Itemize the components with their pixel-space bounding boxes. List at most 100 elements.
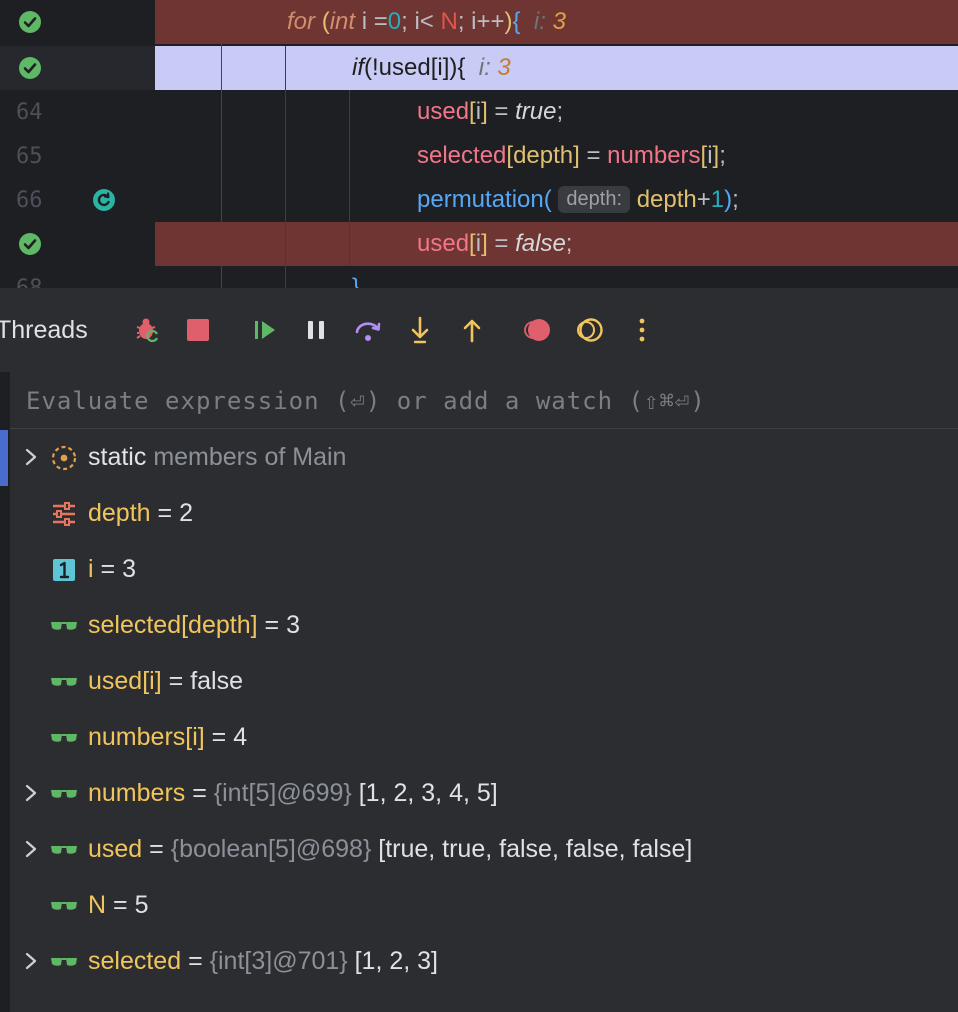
selection-indicator bbox=[0, 430, 8, 486]
arg-op: + bbox=[696, 186, 711, 213]
parameter-icon bbox=[53, 502, 75, 526]
variable-type: {int[3]@701} bbox=[209, 947, 348, 975]
equals-sign: = bbox=[100, 555, 116, 583]
for-incr: i++ bbox=[471, 8, 505, 35]
equals-sign: = bbox=[264, 611, 280, 639]
chevron-right-icon[interactable] bbox=[22, 838, 40, 860]
variable-value: 3 bbox=[286, 611, 300, 639]
indent-guide bbox=[285, 46, 286, 288]
evaluate-bar bbox=[10, 372, 958, 429]
gutter-line[interactable] bbox=[0, 0, 155, 44]
gutter-line[interactable] bbox=[0, 222, 155, 266]
variable-name: static bbox=[88, 443, 147, 471]
gutter-line[interactable]: 66 bbox=[0, 178, 155, 222]
recursive-call-icon[interactable] bbox=[92, 188, 116, 212]
field-used: used bbox=[417, 98, 470, 125]
gutter-line[interactable] bbox=[0, 46, 155, 90]
indent-guide bbox=[349, 90, 350, 266]
threads-tab[interactable]: Threads bbox=[0, 316, 88, 345]
for-keyword: for bbox=[287, 8, 316, 35]
watch-glasses-icon bbox=[51, 622, 77, 630]
variable-row-depth[interactable]: depth = 2 bbox=[10, 486, 958, 542]
indent-guide bbox=[221, 0, 222, 288]
step-into-icon[interactable] bbox=[406, 316, 434, 344]
breakpoint-check-icon[interactable] bbox=[19, 233, 41, 255]
variable-row-selected-depth[interactable]: selected[depth] = 3 bbox=[10, 598, 958, 654]
variable-value: [true, true, false, false, false] bbox=[378, 835, 693, 863]
variable-name: used[i] bbox=[88, 667, 162, 695]
variable-name: used bbox=[88, 835, 143, 863]
variable-row-used[interactable]: used = {boolean[5]@698} [true, true, fal… bbox=[10, 822, 958, 878]
view-breakpoints-icon[interactable] bbox=[524, 316, 552, 344]
int-keyword: int bbox=[329, 8, 356, 35]
code-line-64[interactable]: used[i] = true; bbox=[155, 90, 958, 134]
code-line-65[interactable]: selected[depth] = numbers[i]; bbox=[155, 134, 958, 178]
inline-value-name: i: bbox=[533, 8, 546, 35]
equals-sign: = bbox=[211, 723, 227, 751]
variable-name: selected[depth] bbox=[88, 611, 258, 639]
resume-icon[interactable] bbox=[251, 316, 279, 344]
breakpoint-check-icon[interactable] bbox=[19, 11, 41, 33]
index-depth: depth bbox=[513, 142, 574, 169]
gutter-line[interactable]: 64 bbox=[0, 90, 155, 134]
equals-sign: = bbox=[149, 835, 164, 863]
field-used: used bbox=[417, 230, 470, 257]
breakpoint-check-icon[interactable] bbox=[19, 57, 41, 79]
code-line-66[interactable]: permutation( depth: depth+1); bbox=[155, 178, 958, 222]
watch-glasses-icon bbox=[51, 846, 77, 854]
variable-row-used-i[interactable]: used[i] = false bbox=[10, 654, 958, 710]
watch-glasses-icon bbox=[51, 790, 77, 798]
stop-icon[interactable] bbox=[184, 316, 212, 344]
variable-row-selected[interactable]: selected = {int[3]@701} [1, 2, 3] bbox=[10, 934, 958, 990]
code-line-for-breakpoint[interactable]: for (int i =0; i< N; i++){ i: 3 bbox=[155, 0, 958, 44]
chevron-right-icon[interactable] bbox=[22, 782, 40, 804]
more-icon[interactable] bbox=[628, 316, 656, 344]
pause-icon[interactable] bbox=[302, 316, 330, 344]
code-editor[interactable]: for (int i =0; i< N; i++){ i: 3 if(!used… bbox=[0, 0, 958, 288]
inline-value: 3 bbox=[552, 8, 566, 35]
variable-value: false bbox=[190, 667, 243, 695]
watch-glasses-icon bbox=[51, 678, 77, 686]
step-over-icon[interactable] bbox=[354, 316, 382, 344]
parameter-hint: depth: bbox=[558, 186, 631, 213]
variable-row-static[interactable]: static members of Main bbox=[10, 430, 958, 486]
variable-row-i[interactable]: i = 3 bbox=[10, 542, 958, 598]
if-condition: (!used[i]){ bbox=[364, 54, 466, 81]
gutter-line[interactable]: 65 bbox=[0, 134, 155, 178]
evaluate-expression-input[interactable] bbox=[24, 382, 928, 420]
code-line-68: } bbox=[155, 266, 958, 288]
variable-name: depth bbox=[88, 499, 151, 527]
equals-sign: = bbox=[188, 947, 203, 975]
inline-value-name: i: bbox=[478, 54, 491, 81]
mute-breakpoints-icon[interactable] bbox=[576, 316, 604, 344]
for-init: 0 bbox=[387, 8, 402, 35]
variable-name: numbers[i] bbox=[88, 723, 205, 751]
variable-description: members of Main bbox=[153, 443, 347, 471]
for-limit: N bbox=[440, 8, 458, 35]
field-numbers: numbers bbox=[607, 142, 701, 169]
variable-row-numbers[interactable]: numbers = {int[5]@699} [1, 2, 3, 4, 5] bbox=[10, 766, 958, 822]
variable-type: {boolean[5]@698} bbox=[170, 835, 372, 863]
variable-row-N[interactable]: N = 5 bbox=[10, 878, 958, 934]
variable-name: selected bbox=[88, 947, 182, 975]
debug-restart-icon[interactable] bbox=[133, 316, 161, 344]
variable-value: 4 bbox=[233, 723, 248, 751]
line-number: 68 bbox=[16, 276, 43, 288]
debugger-toolbar: Threads bbox=[0, 288, 958, 372]
line-number: 66 bbox=[16, 188, 43, 213]
inline-value: 3 bbox=[497, 54, 511, 81]
closing-brace: } bbox=[352, 274, 361, 288]
chevron-right-icon[interactable] bbox=[22, 950, 40, 972]
watch-glasses-icon bbox=[51, 734, 77, 742]
code-line-if-current[interactable]: if(!used[i]){ i: 3 bbox=[155, 46, 958, 90]
step-out-icon[interactable] bbox=[458, 316, 486, 344]
equals-sign: = bbox=[168, 667, 184, 695]
watch-glasses-icon bbox=[51, 958, 77, 966]
if-keyword: if bbox=[352, 54, 364, 81]
chevron-right-icon[interactable] bbox=[22, 446, 40, 468]
code-line-used-false-breakpoint[interactable]: used[i] = false; bbox=[155, 222, 958, 266]
variable-row-numbers-i[interactable]: numbers[i] = 4 bbox=[10, 710, 958, 766]
equals-sign: = bbox=[157, 499, 173, 527]
equals-sign: = bbox=[192, 779, 207, 807]
watch-glasses-icon bbox=[51, 902, 77, 910]
